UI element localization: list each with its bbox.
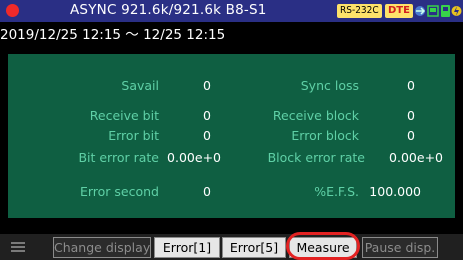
bit-error-rate-value: 0.00e+0 bbox=[167, 150, 221, 165]
mode-title: ASYNC 921.6k/921.6k B8-S1 bbox=[70, 2, 267, 18]
mode-badge: DTE bbox=[385, 4, 413, 18]
sync-loss-value: 0 bbox=[407, 78, 415, 93]
efs-label: %E.F.S. bbox=[314, 184, 359, 199]
error-second-value: 0 bbox=[203, 184, 211, 199]
block-error-rate-value: 0.00e+0 bbox=[389, 150, 443, 165]
memory-card-icon bbox=[441, 5, 450, 17]
measurement-period: 2019/12/25 12:15 〜 12/25 12:15 bbox=[0, 22, 463, 48]
menu-icon[interactable] bbox=[11, 242, 25, 252]
error-block-label: Error block bbox=[291, 128, 359, 143]
bit-error-rate-label: Bit error rate bbox=[78, 150, 159, 165]
title-bar: ASYNC 921.6k/921.6k B8-S1 RS-232C DTE bbox=[0, 0, 463, 22]
measure-highlight-ring bbox=[286, 232, 360, 260]
receive-block-value: 0 bbox=[407, 108, 415, 123]
softkey-bar: Change display Error[1] Error[5] Measure… bbox=[0, 234, 463, 260]
receive-bit-value: 0 bbox=[203, 108, 211, 123]
error-second-label: Error second bbox=[79, 184, 159, 199]
error1-button[interactable]: Error[1] bbox=[154, 237, 220, 258]
error-bit-value: 0 bbox=[203, 128, 211, 143]
sync-loss-label: Sync loss bbox=[300, 78, 359, 93]
block-error-rate-label: Block error rate bbox=[267, 150, 365, 165]
change-display-button[interactable]: Change display bbox=[53, 237, 151, 258]
power-icon bbox=[451, 6, 462, 16]
efs-value: 100.000 bbox=[369, 184, 421, 199]
error-bit-label: Error bit bbox=[108, 128, 159, 143]
savail-label: Savail bbox=[121, 78, 159, 93]
error5-button[interactable]: Error[5] bbox=[222, 237, 286, 258]
record-dot-icon bbox=[6, 4, 19, 17]
receive-bit-label: Receive bit bbox=[89, 108, 159, 123]
pause-display-button[interactable]: Pause disp. bbox=[362, 237, 438, 258]
results-panel: Savail 0 Sync loss 0 Receive bit 0 Recei… bbox=[8, 54, 455, 218]
interface-badge: RS-232C bbox=[337, 4, 382, 18]
error-block-value: 0 bbox=[407, 128, 415, 143]
receive-block-label: Receive block bbox=[272, 108, 359, 123]
connection-arrow-icon bbox=[415, 6, 426, 16]
savail-value: 0 bbox=[203, 78, 211, 93]
pc-link-icon bbox=[427, 5, 439, 17]
